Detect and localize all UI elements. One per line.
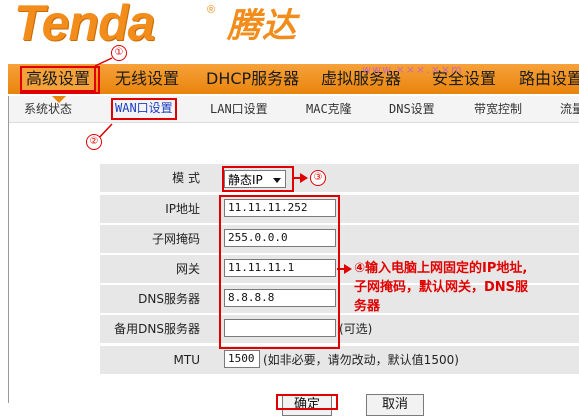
- mtu-hint: (如非必要，请勿改动，默认值1500): [263, 352, 459, 367]
- highlight-wan-fields: [219, 195, 340, 349]
- nav-route-settings[interactable]: 路由设置: [519, 64, 579, 94]
- sub-nav: 系统状态 WAN口设置 LAN口设置 MAC克隆 DNS设置 带宽控制 流量: [8, 96, 579, 123]
- row-mode: 模 式 静态IP: [100, 164, 579, 192]
- watermark: www.×××.××m: [362, 63, 463, 76]
- logo-chinese: 腾达: [227, 6, 297, 46]
- annotation-1-marker: ①: [111, 45, 127, 61]
- annotation-3-marker: ③: [310, 170, 326, 186]
- annotation-4-line1: ④输入电脑上网固定的IP地址,: [354, 261, 528, 276]
- backup-dns-hint: (可选): [339, 321, 373, 336]
- logo-tenda: Tenda: [14, 0, 155, 51]
- highlight-advanced-settings: [20, 66, 100, 94]
- annotation-4-line3: 务器: [354, 299, 381, 314]
- subnav-traffic[interactable]: 流量: [560, 100, 579, 118]
- subnav-lan-settings[interactable]: LAN口设置: [210, 100, 268, 118]
- dns-label: DNS服务器: [138, 292, 200, 306]
- mtu-input[interactable]: 1500: [224, 350, 260, 368]
- subnav-dns-settings[interactable]: DNS设置: [389, 100, 435, 118]
- mode-label: 模 式: [172, 171, 200, 185]
- subnet-mask-label: 子网掩码: [151, 232, 200, 246]
- arrow-3-head: [300, 173, 308, 183]
- annotation-4-line2: 子网掩码，默认网关，DNS服: [354, 280, 529, 295]
- subnav-bandwidth-control[interactable]: 带宽控制: [474, 100, 522, 118]
- left-border: [8, 96, 9, 403]
- cancel-button[interactable]: 取消: [366, 394, 424, 416]
- subnav-mac-clone[interactable]: MAC克隆: [306, 100, 352, 118]
- active-tab-pointer: [52, 96, 66, 103]
- annotation-4-text: ④输入电脑上网固定的IP地址, 子网掩码，默认网关，DNS服 务器: [354, 259, 528, 316]
- subnav-wan-settings[interactable]: WAN口设置: [111, 98, 177, 120]
- header: Tenda ® 腾达: [0, 0, 579, 62]
- ip-label: IP地址: [165, 202, 200, 216]
- nav-dhcp-server[interactable]: DHCP服务器: [206, 64, 299, 94]
- logo-registered-mark: ®: [207, 4, 216, 16]
- row-mtu: MTU 1500 (如非必要，请勿改动，默认值1500): [100, 346, 579, 374]
- annotation-2-marker: ②: [86, 134, 102, 150]
- arrow-4-head: [344, 264, 352, 274]
- backup-dns-label: 备用DNS服务器: [114, 322, 200, 336]
- gateway-label: 网关: [175, 262, 200, 276]
- nav-wireless-settings[interactable]: 无线设置: [115, 64, 179, 94]
- highlight-mode-select: [222, 166, 294, 192]
- mtu-label: MTU: [173, 353, 200, 367]
- highlight-ok-button: [276, 394, 338, 410]
